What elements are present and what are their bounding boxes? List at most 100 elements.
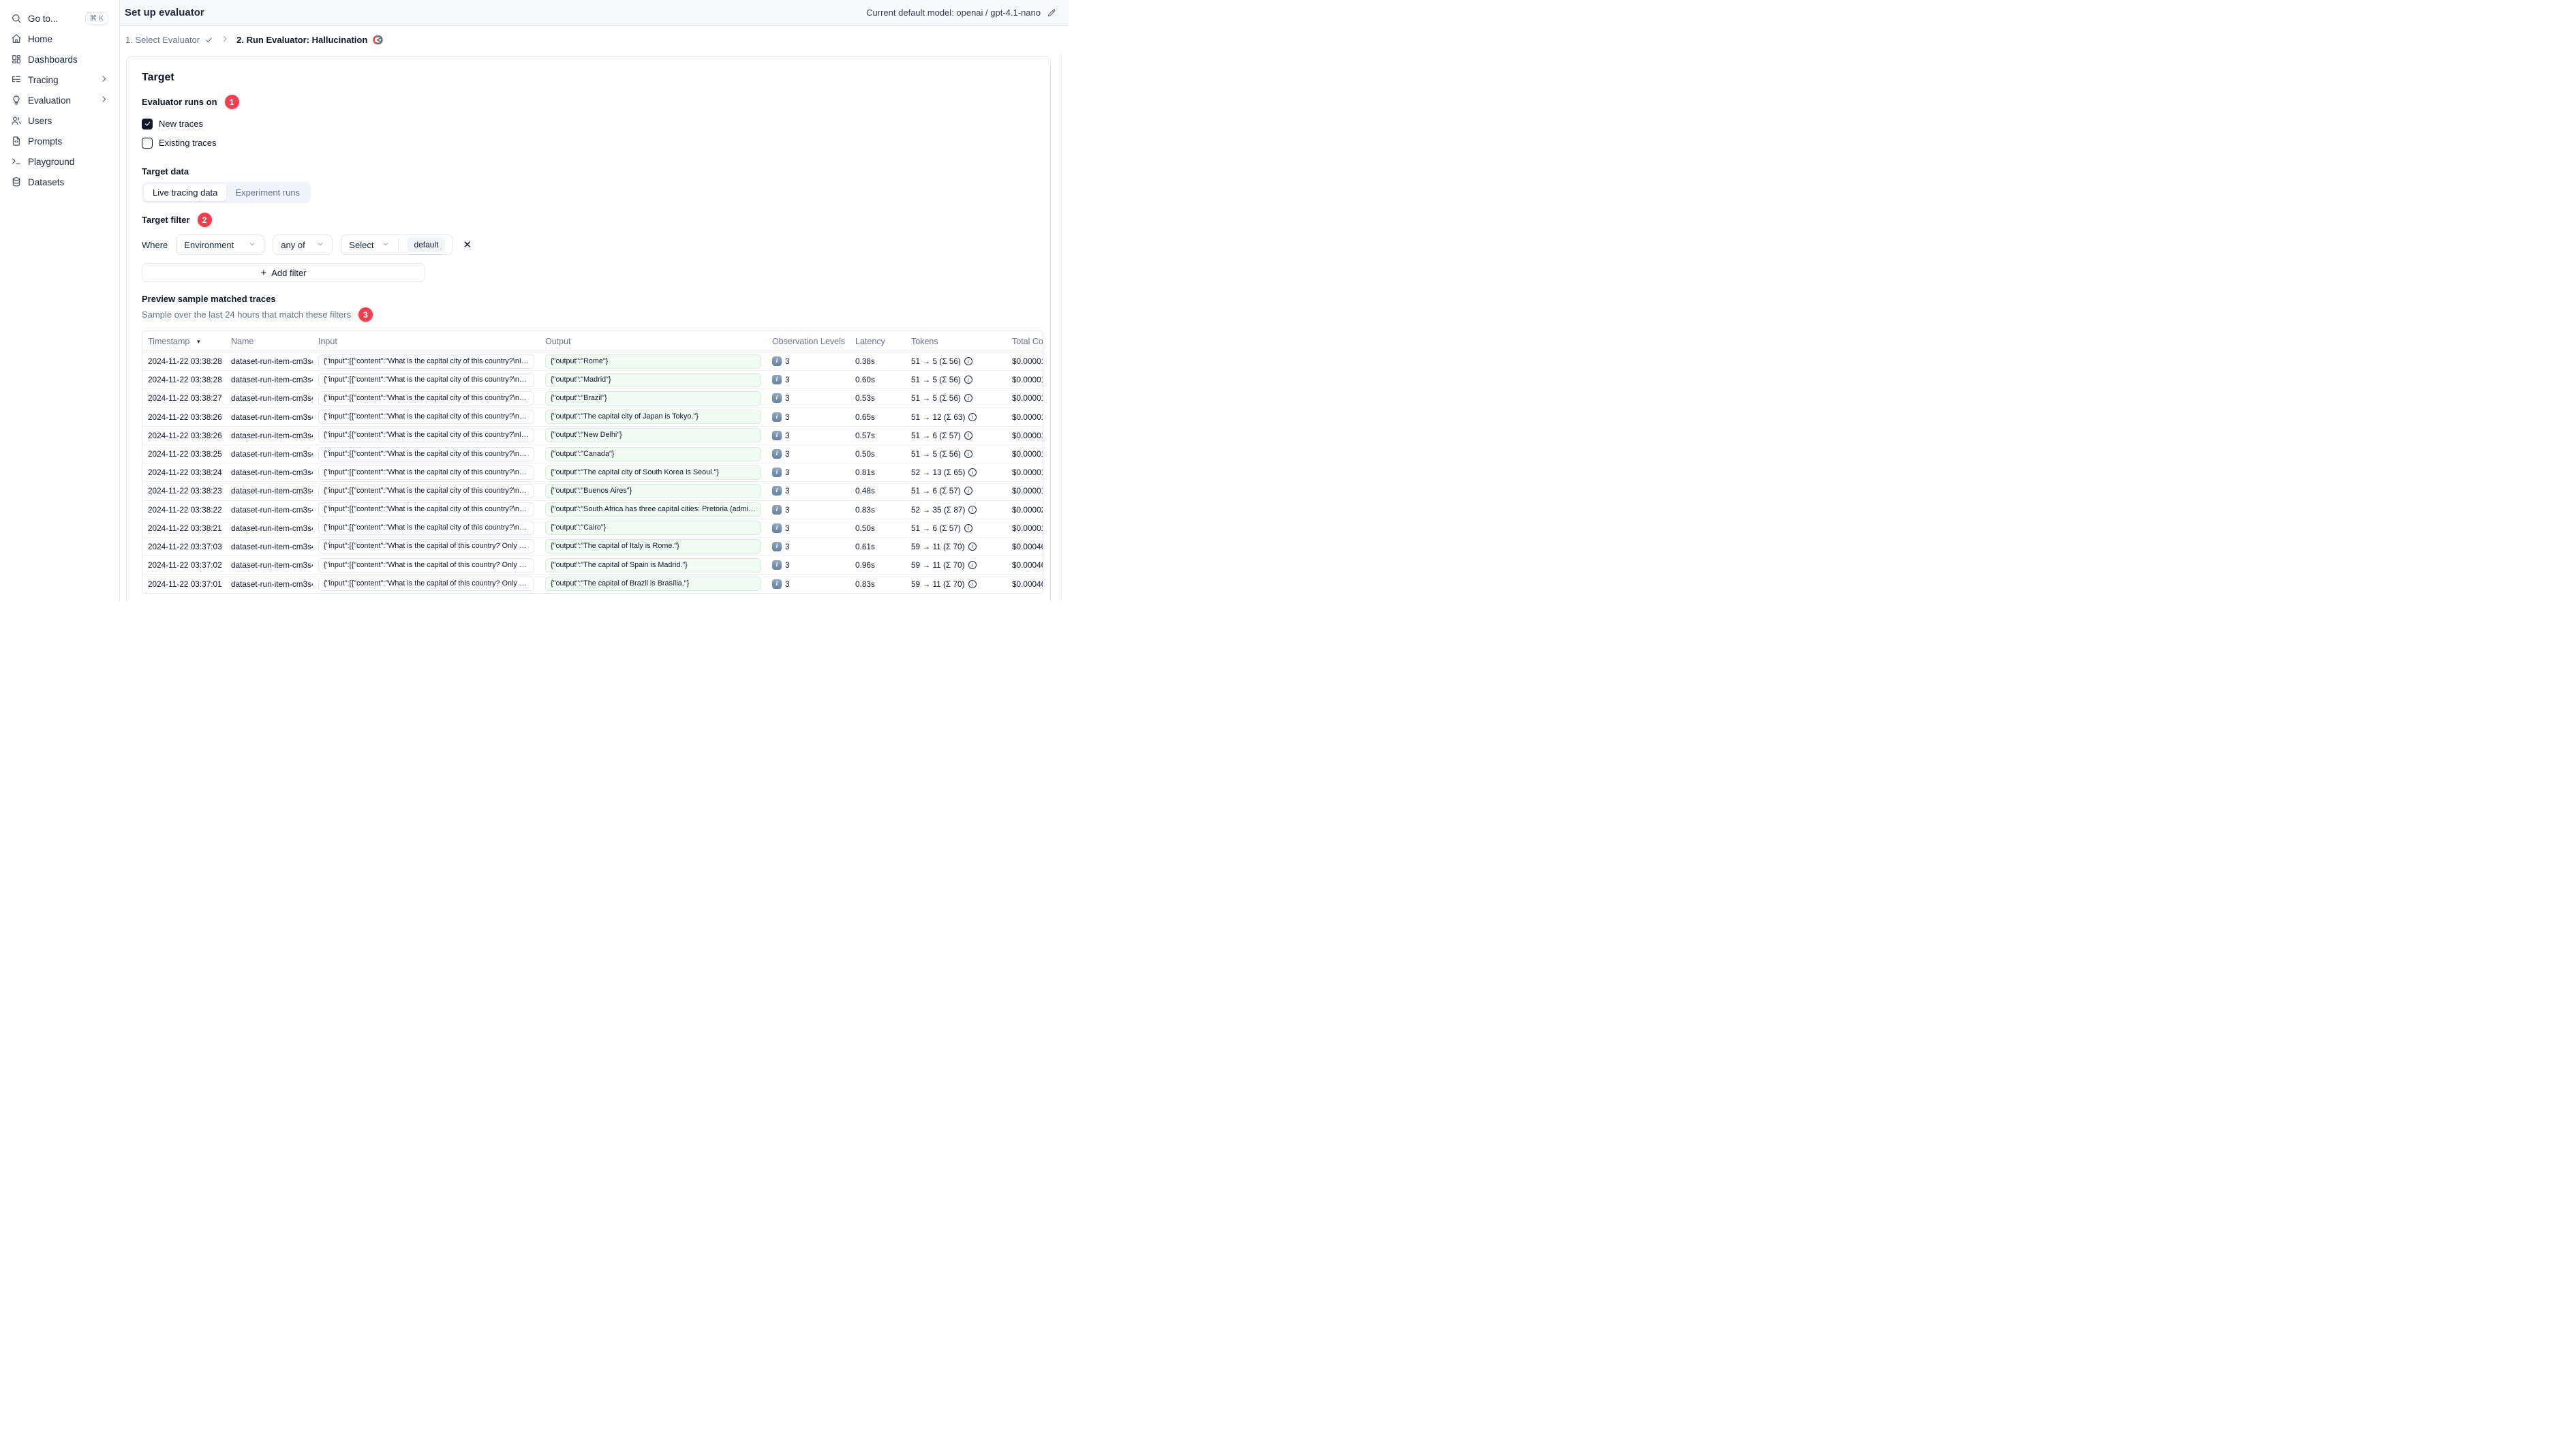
total-cost-cell: $0.000011i	[1007, 523, 1043, 533]
page-title: Set up evaluator	[125, 7, 204, 18]
sidebar-item-prompts[interactable]: Prompts	[5, 131, 114, 151]
table-row[interactable]: 2024-11-22 03:38:28 dataset-run-item-cm3s…	[142, 352, 1043, 371]
column-header-latency: Latency	[850, 337, 906, 346]
observation-levels-cell: i3	[767, 560, 850, 570]
column-header-timestamp[interactable]: Timestamp ▼	[142, 337, 226, 346]
remove-filter-button[interactable]: ✕	[461, 239, 473, 251]
latency-cell: 0.50s	[855, 523, 875, 533]
sidebar-item-evaluation[interactable]: Evaluation	[5, 90, 114, 110]
name-cell: dataset-run-item-cm3s4	[231, 375, 313, 385]
tokens-cell: 51 → 6 (Σ 57) i	[906, 431, 1007, 440]
tab-experiment-runs[interactable]: Experiment runs	[226, 184, 309, 201]
dashboards-icon	[12, 55, 20, 63]
info-circle-icon: i	[964, 376, 972, 384]
observation-levels-cell: i3	[767, 393, 850, 403]
timestamp-cell: 2024-11-22 03:38:28	[148, 375, 222, 385]
sidebar-item-label: Users	[28, 115, 52, 126]
sidebar: Go to... ⌘ K Home Dashboards Tracing Eva…	[0, 0, 120, 601]
table-row[interactable]: 2024-11-22 03:37:02 dataset-run-item-cm3s…	[142, 556, 1043, 575]
goto-search[interactable]: Go to... ⌘ K	[5, 8, 114, 29]
info-emoji-icon: i	[772, 486, 782, 496]
table-row[interactable]: 2024-11-22 03:37:03 dataset-run-item-cm3s…	[142, 538, 1043, 557]
info-emoji-icon: i	[772, 541, 782, 551]
info-circle-icon: i	[968, 468, 977, 477]
observation-levels-cell: i3	[767, 375, 850, 385]
page-scrollbar[interactable]	[1061, 53, 1069, 601]
table-row[interactable]: 2024-11-22 03:38:23 dataset-run-item-cm3s…	[142, 482, 1043, 501]
name-cell: dataset-run-item-cm3s4	[231, 393, 313, 403]
table-row[interactable]: 2024-11-22 03:38:25 dataset-run-item-cm3s…	[142, 445, 1043, 464]
latency-cell: 0.48s	[855, 486, 875, 496]
table-row[interactable]: 2024-11-22 03:38:26 dataset-run-item-cm3s…	[142, 408, 1043, 427]
table-row[interactable]: 2024-11-22 03:37:01 dataset-run-item-cm3s…	[142, 575, 1043, 593]
info-emoji-icon: i	[772, 375, 782, 385]
new-traces-checkbox[interactable]	[142, 118, 153, 129]
sidebar-item-label: Home	[28, 33, 53, 44]
column-header-label: Total Cost	[1012, 337, 1043, 346]
sidebar-item-home[interactable]: Home	[5, 29, 114, 49]
content-area: Target Evaluator runs on 1 New traces Ex…	[120, 53, 1069, 601]
info-emoji-icon: i	[772, 449, 782, 459]
input-json-chip: {"input":[{"content":"What is the capita…	[318, 521, 534, 536]
tokens-cell: 52 → 35 (Σ 87) i	[906, 505, 1007, 515]
latency-cell: 0.53s	[855, 393, 875, 403]
name-cell: dataset-run-item-cm3s4	[231, 560, 313, 570]
table-row[interactable]: 2024-11-22 03:38:27 dataset-run-item-cm3s…	[142, 389, 1043, 408]
sidebar-item-playground[interactable]: Playground	[5, 151, 114, 172]
info-circle-icon: i	[968, 505, 977, 514]
name-cell: dataset-run-item-cm3s4	[231, 430, 313, 440]
column-header-label: Input	[318, 337, 337, 346]
input-cell: {"input":[{"content":"What is the capita…	[313, 577, 540, 592]
tab-live-tracing-data[interactable]: Live tracing data	[144, 184, 227, 201]
sidebar-item-dashboards[interactable]: Dashboards	[5, 49, 114, 70]
existing-traces-checkbox[interactable]	[142, 137, 153, 149]
breadcrumb-step2: 2. Run Evaluator: Hallucination	[236, 34, 384, 46]
add-filter-button[interactable]: + Add filter	[142, 263, 425, 282]
table-row[interactable]: 2024-11-22 03:38:22 dataset-run-item-cm3s…	[142, 501, 1043, 519]
tokens-cell: 51 → 6 (Σ 57) i	[906, 486, 1007, 495]
tracing-icon	[12, 76, 20, 82]
chevron-down-icon	[316, 240, 324, 250]
output-json-chip: {"output":"Buenos Aires"}	[545, 483, 761, 498]
output-json-chip: {"output":"The capital of Italy is Rome.…	[545, 539, 761, 554]
input-json-chip: {"input":[{"content":"What is the capita…	[318, 372, 534, 387]
breadcrumb-step1[interactable]: 1. Select Evaluator	[125, 35, 213, 45]
observation-levels-cell: i3	[767, 412, 850, 422]
table-row[interactable]: 2024-11-22 03:38:24 dataset-run-item-cm3s…	[142, 463, 1043, 483]
filter-operator-select[interactable]: any of	[273, 234, 333, 255]
sidebar-item-datasets[interactable]: Datasets	[5, 172, 114, 192]
output-json-chip: {"output":"New Delhi"}	[545, 428, 761, 443]
table-row[interactable]: 2024-11-22 03:38:21 dataset-run-item-cm3s…	[142, 519, 1043, 538]
total-cost-cell: $0.000015i	[1007, 412, 1043, 422]
timestamp-cell: 2024-11-22 03:37:01	[148, 579, 222, 589]
info-emoji-icon: i	[772, 356, 782, 367]
app-root: Go to... ⌘ K Home Dashboards Tracing Eva…	[0, 0, 1069, 601]
observation-levels-cell: i3	[767, 430, 850, 440]
home-icon	[12, 34, 21, 43]
info-circle-icon: i	[968, 579, 977, 588]
edit-pencil-icon[interactable]	[1047, 8, 1056, 18]
table-row[interactable]: 2024-11-22 03:38:26 dataset-run-item-cm3s…	[142, 427, 1043, 445]
chevron-right-icon	[99, 74, 108, 85]
column-header-tokens: Tokens	[906, 337, 1007, 346]
total-cost-cell: $0.00046i	[1007, 542, 1043, 551]
sidebar-item-tracing[interactable]: Tracing	[5, 70, 114, 90]
total-cost-cell: $0.000011i	[1007, 449, 1043, 459]
latency-cell: 0.38s	[855, 356, 875, 367]
existing-traces-option: Existing traces	[142, 134, 1043, 151]
info-circle-icon: i	[968, 561, 977, 570]
filter-column-select[interactable]: Environment	[176, 234, 265, 255]
output-json-chip: {"output":"Rome"}	[545, 354, 761, 369]
input-json-chip: {"input":[{"content":"What is the capita…	[318, 502, 534, 517]
column-header-label: Tokens	[911, 337, 938, 346]
default-model-label: Current default model: openai / gpt-4.1-…	[866, 7, 1041, 18]
filter-value-select[interactable]: Select default	[341, 234, 454, 255]
input-json-chip: {"input":[{"content":"What is the capita…	[318, 577, 534, 592]
sidebar-item-users[interactable]: Users	[5, 110, 114, 131]
table-row[interactable]: 2024-11-22 03:38:28 dataset-run-item-cm3s…	[142, 371, 1043, 390]
input-json-chip: {"input":[{"content":"What is the capita…	[318, 428, 534, 443]
breadcrumb-step1-label: 1. Select Evaluator	[125, 34, 200, 45]
output-cell: {"output":"The capital of Italy is Rome.…	[540, 539, 767, 554]
info-circle-icon: i	[964, 357, 972, 366]
name-cell: dataset-run-item-cm3s4	[231, 449, 313, 459]
